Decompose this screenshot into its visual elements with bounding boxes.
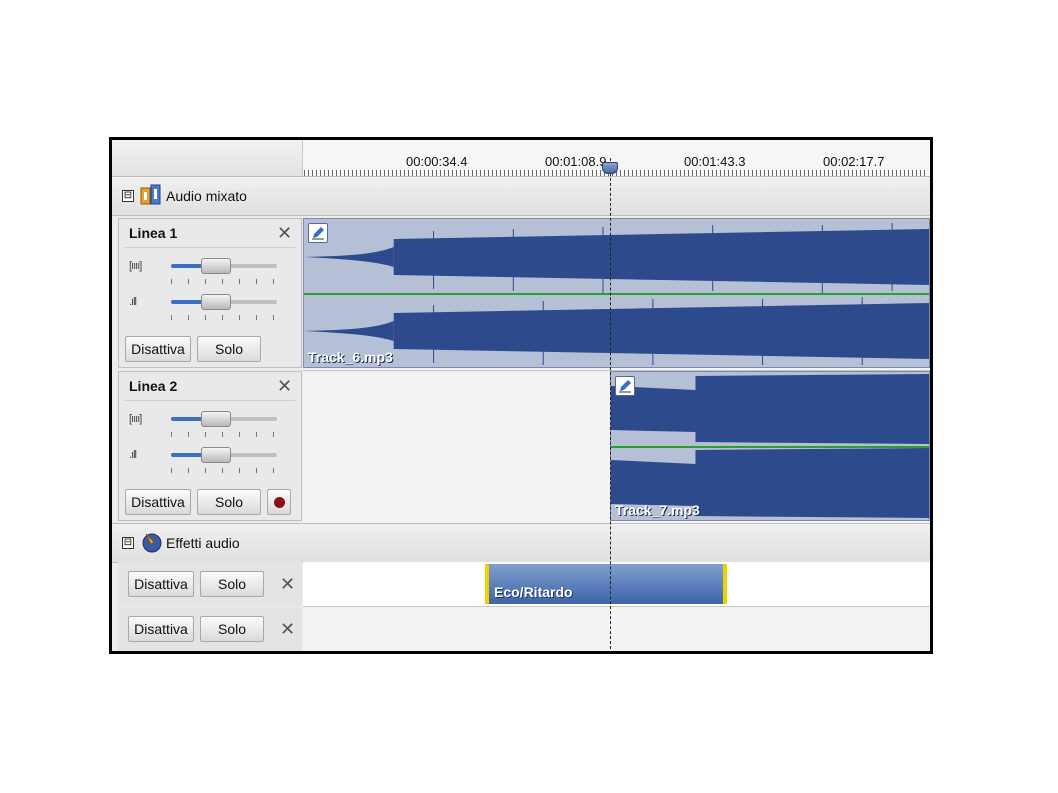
record-icon	[274, 497, 285, 508]
mute-button[interactable]: Disattiva	[128, 571, 194, 597]
mute-button[interactable]: Disattiva	[125, 336, 191, 362]
ruler-tick-label: 00:02:17.7	[823, 154, 885, 169]
effects-icon	[142, 533, 162, 553]
audio-mix-icon	[140, 184, 161, 205]
solo-button[interactable]: Solo	[197, 489, 261, 515]
track-lane-2[interactable]: Track_7.mp3	[303, 371, 930, 524]
remove-effect-button[interactable]: ✕	[280, 620, 295, 638]
playhead-handle[interactable]	[602, 162, 618, 174]
volume-slider-thumb[interactable]	[201, 411, 231, 427]
slider-scale	[171, 468, 277, 473]
slider-scale	[171, 432, 277, 437]
clip-name: Track_6.mp3	[308, 349, 393, 365]
waveform	[304, 223, 929, 365]
volume-icon: [ıııı]	[129, 260, 142, 272]
ruler-tick-label: 00:00:34.4	[406, 154, 468, 169]
record-button[interactable]	[267, 489, 291, 515]
audio-mix-group-header[interactable]: ⊟ Audio mixato	[112, 176, 930, 216]
audio-clip[interactable]: Track_6.mp3	[303, 218, 930, 368]
effect-clip[interactable]: Eco/Ritardo	[485, 564, 727, 604]
close-track-button[interactable]: ✕	[277, 224, 292, 242]
effect-row-panel: Disattiva Solo ✕	[118, 607, 302, 651]
pan-icon: .ıll	[129, 449, 137, 461]
track-panel-2: Linea 2 ✕ [ıııı] .ıll Disattiva Solo	[118, 371, 302, 521]
track-lane-1[interactable]: Track_6.mp3	[303, 218, 930, 371]
collapse-icon[interactable]: ⊟	[122, 537, 134, 549]
collapse-icon[interactable]: ⊟	[122, 190, 134, 202]
close-track-button[interactable]: ✕	[277, 377, 292, 395]
effect-lane-1[interactable]: Eco/Ritardo	[303, 562, 930, 607]
solo-button[interactable]: Solo	[200, 571, 264, 597]
track-panel-1: Linea 1 ✕ [ıııı] .ıll Disattiva Solo	[118, 218, 302, 368]
solo-button[interactable]: Solo	[200, 616, 264, 642]
ruler-tick-label: 00:01:08.9	[545, 154, 607, 169]
remove-effect-button[interactable]: ✕	[280, 575, 295, 593]
pan-slider-thumb[interactable]	[201, 294, 231, 310]
group-label: Effetti audio	[166, 535, 240, 551]
group-label: Audio mixato	[166, 188, 247, 204]
divider	[125, 247, 295, 248]
track-name: Linea 1	[129, 225, 178, 241]
pan-icon: .ıll	[129, 296, 137, 308]
effect-lane-2[interactable]	[303, 607, 930, 651]
volume-icon: [ıııı]	[129, 413, 142, 425]
slider-scale	[171, 279, 277, 284]
mute-button[interactable]: Disattiva	[128, 616, 194, 642]
divider	[125, 400, 295, 401]
waveform	[611, 374, 929, 518]
mute-button[interactable]: Disattiva	[125, 489, 191, 515]
edit-clip-icon[interactable]	[615, 376, 635, 396]
playhead-line	[610, 158, 611, 651]
audio-clip[interactable]: Track_7.mp3	[610, 371, 930, 521]
solo-button[interactable]: Solo	[197, 336, 261, 362]
slider-scale	[171, 315, 277, 320]
time-ruler[interactable]: 00:00:34.4 00:01:08.9 00:01:43.3 00:02:1…	[112, 140, 930, 177]
track-name: Linea 2	[129, 378, 178, 394]
volume-slider-thumb[interactable]	[201, 258, 231, 274]
pan-slider-thumb[interactable]	[201, 447, 231, 463]
ruler-corner	[112, 140, 303, 176]
effect-row-panel: Disattiva Solo ✕	[118, 562, 302, 606]
timeline-panel: 00:00:34.4 00:01:08.9 00:01:43.3 00:02:1…	[109, 137, 933, 654]
effects-group-header[interactable]: ⊟ Effetti audio	[112, 523, 930, 563]
ruler-tick-label: 00:01:43.3	[684, 154, 746, 169]
clip-name: Track_7.mp3	[615, 502, 700, 518]
edit-clip-icon[interactable]	[308, 223, 328, 243]
effect-name: Eco/Ritardo	[494, 584, 573, 600]
